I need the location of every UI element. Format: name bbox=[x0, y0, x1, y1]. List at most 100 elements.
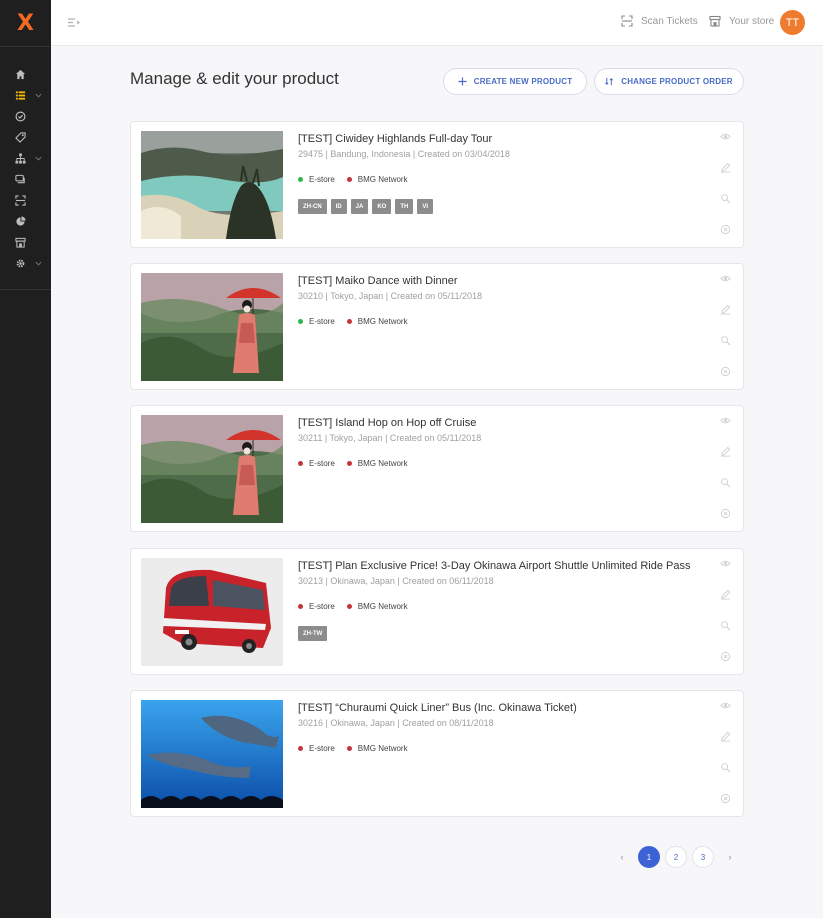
status-dot bbox=[346, 604, 352, 609]
channel-bmg-network: BMG Network bbox=[346, 175, 408, 184]
scan-icon bbox=[621, 15, 633, 27]
product-title[interactable]: [TEST] “Churaumi Quick Liner” Bus (Inc. … bbox=[298, 702, 577, 714]
sidebar-item-network[interactable] bbox=[0, 148, 51, 169]
menu-collapse-icon[interactable] bbox=[67, 16, 80, 29]
close-circle-icon[interactable] bbox=[720, 793, 731, 804]
channel-label: E-store bbox=[309, 317, 335, 326]
product-card[interactable]: [TEST] “Churaumi Quick Liner” Bus (Inc. … bbox=[130, 690, 744, 817]
avatar[interactable]: TT bbox=[780, 10, 805, 35]
channel-label: BMG Network bbox=[357, 317, 408, 326]
channel-label: E-store bbox=[309, 602, 335, 611]
sidebar-item-promotions[interactable] bbox=[0, 127, 51, 148]
search-icon[interactable] bbox=[720, 620, 731, 631]
product-card[interactable]: [TEST] Plan Exclusive Price! 3-Day Okina… bbox=[130, 548, 744, 675]
close-circle-icon[interactable] bbox=[720, 366, 731, 377]
eye-icon[interactable] bbox=[720, 700, 731, 711]
eye-icon[interactable] bbox=[720, 131, 731, 142]
status-dot bbox=[346, 319, 352, 324]
eye-icon[interactable] bbox=[720, 558, 731, 569]
sitemap-icon bbox=[15, 153, 26, 164]
language-badges: ZH-TW bbox=[298, 626, 328, 641]
channel-estore: E-store bbox=[298, 744, 335, 753]
sidebar: X bbox=[0, 0, 51, 918]
status-dot bbox=[298, 461, 303, 466]
card-actions bbox=[720, 700, 734, 824]
product-card[interactable]: [TEST] Ciwidey Highlands Full-day Tour 2… bbox=[130, 121, 744, 248]
chevron-down-icon bbox=[35, 93, 42, 98]
status-dot bbox=[346, 461, 352, 466]
crater-lake-image[interactable] bbox=[141, 131, 283, 239]
channel-list: E-store BMG Network bbox=[298, 459, 408, 468]
search-icon[interactable] bbox=[720, 477, 731, 488]
pie-chart-icon bbox=[16, 216, 26, 226]
search-icon[interactable] bbox=[720, 335, 731, 346]
edit-icon[interactable] bbox=[720, 162, 731, 173]
list-icon bbox=[15, 91, 26, 100]
check-circle-icon bbox=[15, 111, 26, 122]
edit-icon[interactable] bbox=[720, 304, 731, 315]
sidebar-divider bbox=[0, 289, 51, 290]
product-meta: 30213 | Okinawa, Japan | Created on 06/1… bbox=[298, 576, 494, 586]
scan-tickets-link[interactable]: Scan Tickets bbox=[621, 15, 698, 27]
sidebar-item-home[interactable] bbox=[0, 64, 51, 85]
language-badges: ZH-CN ID JA KO TH VI bbox=[298, 199, 434, 214]
sidebar-item-messages[interactable] bbox=[0, 169, 51, 190]
sidebar-item-reports[interactable] bbox=[0, 211, 51, 232]
edit-icon[interactable] bbox=[720, 589, 731, 600]
language-badge: ID bbox=[330, 199, 347, 214]
product-title[interactable]: [TEST] Island Hop on Hop off Cruise bbox=[298, 417, 476, 429]
sidebar-item-settings[interactable] bbox=[0, 253, 51, 274]
edit-icon[interactable] bbox=[720, 446, 731, 457]
language-badge: VI bbox=[417, 199, 434, 214]
card-actions bbox=[720, 558, 734, 682]
search-icon[interactable] bbox=[720, 762, 731, 773]
edit-icon[interactable] bbox=[720, 731, 731, 742]
close-circle-icon[interactable] bbox=[720, 508, 731, 519]
close-circle-icon[interactable] bbox=[720, 224, 731, 235]
pagination-page-2[interactable]: 2 bbox=[665, 846, 687, 868]
channel-estore: E-store bbox=[298, 317, 335, 326]
channel-bmg-network: BMG Network bbox=[346, 459, 408, 468]
your-store-label: Your store bbox=[729, 15, 775, 27]
sidebar-item-bookings[interactable] bbox=[0, 106, 51, 127]
red-bus-image[interactable] bbox=[141, 558, 283, 666]
maiko-umbrella-image[interactable] bbox=[141, 415, 283, 523]
channel-label: E-store bbox=[309, 459, 335, 468]
product-meta: 29475 | Bandung, Indonesia | Created on … bbox=[298, 149, 510, 159]
sidebar-item-products[interactable] bbox=[0, 85, 51, 106]
scan-icon bbox=[15, 195, 26, 206]
eye-icon[interactable] bbox=[720, 273, 731, 284]
reorder-icon bbox=[605, 77, 614, 86]
app-logo[interactable]: X bbox=[0, 0, 51, 46]
sidebar-nav bbox=[0, 64, 51, 274]
status-dot bbox=[346, 177, 352, 182]
product-card[interactable]: [TEST] Island Hop on Hop off Cruise 3021… bbox=[130, 405, 744, 532]
scan-tickets-label: Scan Tickets bbox=[641, 15, 698, 27]
your-store-link[interactable]: Your store bbox=[709, 15, 774, 27]
channel-list: E-store BMG Network bbox=[298, 317, 408, 326]
aquarium-whale-shark-image[interactable] bbox=[141, 700, 283, 808]
pagination-page-1[interactable]: 1 bbox=[638, 846, 660, 868]
create-new-product-button[interactable]: CREATE NEW PRODUCT bbox=[443, 68, 587, 95]
close-circle-icon[interactable] bbox=[720, 651, 731, 662]
pagination-next-button[interactable]: › bbox=[719, 846, 741, 868]
chevron-down-icon bbox=[35, 261, 42, 266]
eye-icon[interactable] bbox=[720, 415, 731, 426]
pagination-prev-button[interactable]: ‹ bbox=[611, 846, 633, 868]
product-title[interactable]: [TEST] Ciwidey Highlands Full-day Tour bbox=[298, 133, 492, 145]
product-title[interactable]: [TEST] Plan Exclusive Price! 3-Day Okina… bbox=[298, 560, 690, 572]
channel-label: BMG Network bbox=[357, 459, 408, 468]
product-meta: 30216 | Okinawa, Japan | Created on 08/1… bbox=[298, 718, 494, 728]
product-card[interactable]: [TEST] Maiko Dance with Dinner 30210 | T… bbox=[130, 263, 744, 390]
channel-label: E-store bbox=[309, 175, 335, 184]
product-title[interactable]: [TEST] Maiko Dance with Dinner bbox=[298, 275, 458, 287]
search-icon[interactable] bbox=[720, 193, 731, 204]
maiko-umbrella-image[interactable] bbox=[141, 273, 283, 381]
sidebar-item-store[interactable] bbox=[0, 232, 51, 253]
status-dot bbox=[298, 177, 303, 182]
pagination-page-3[interactable]: 3 bbox=[692, 846, 714, 868]
sidebar-item-scan[interactable] bbox=[0, 190, 51, 211]
channel-estore: E-store bbox=[298, 175, 335, 184]
card-actions bbox=[720, 273, 734, 397]
change-product-order-button[interactable]: CHANGE PRODUCT ORDER bbox=[594, 68, 744, 95]
